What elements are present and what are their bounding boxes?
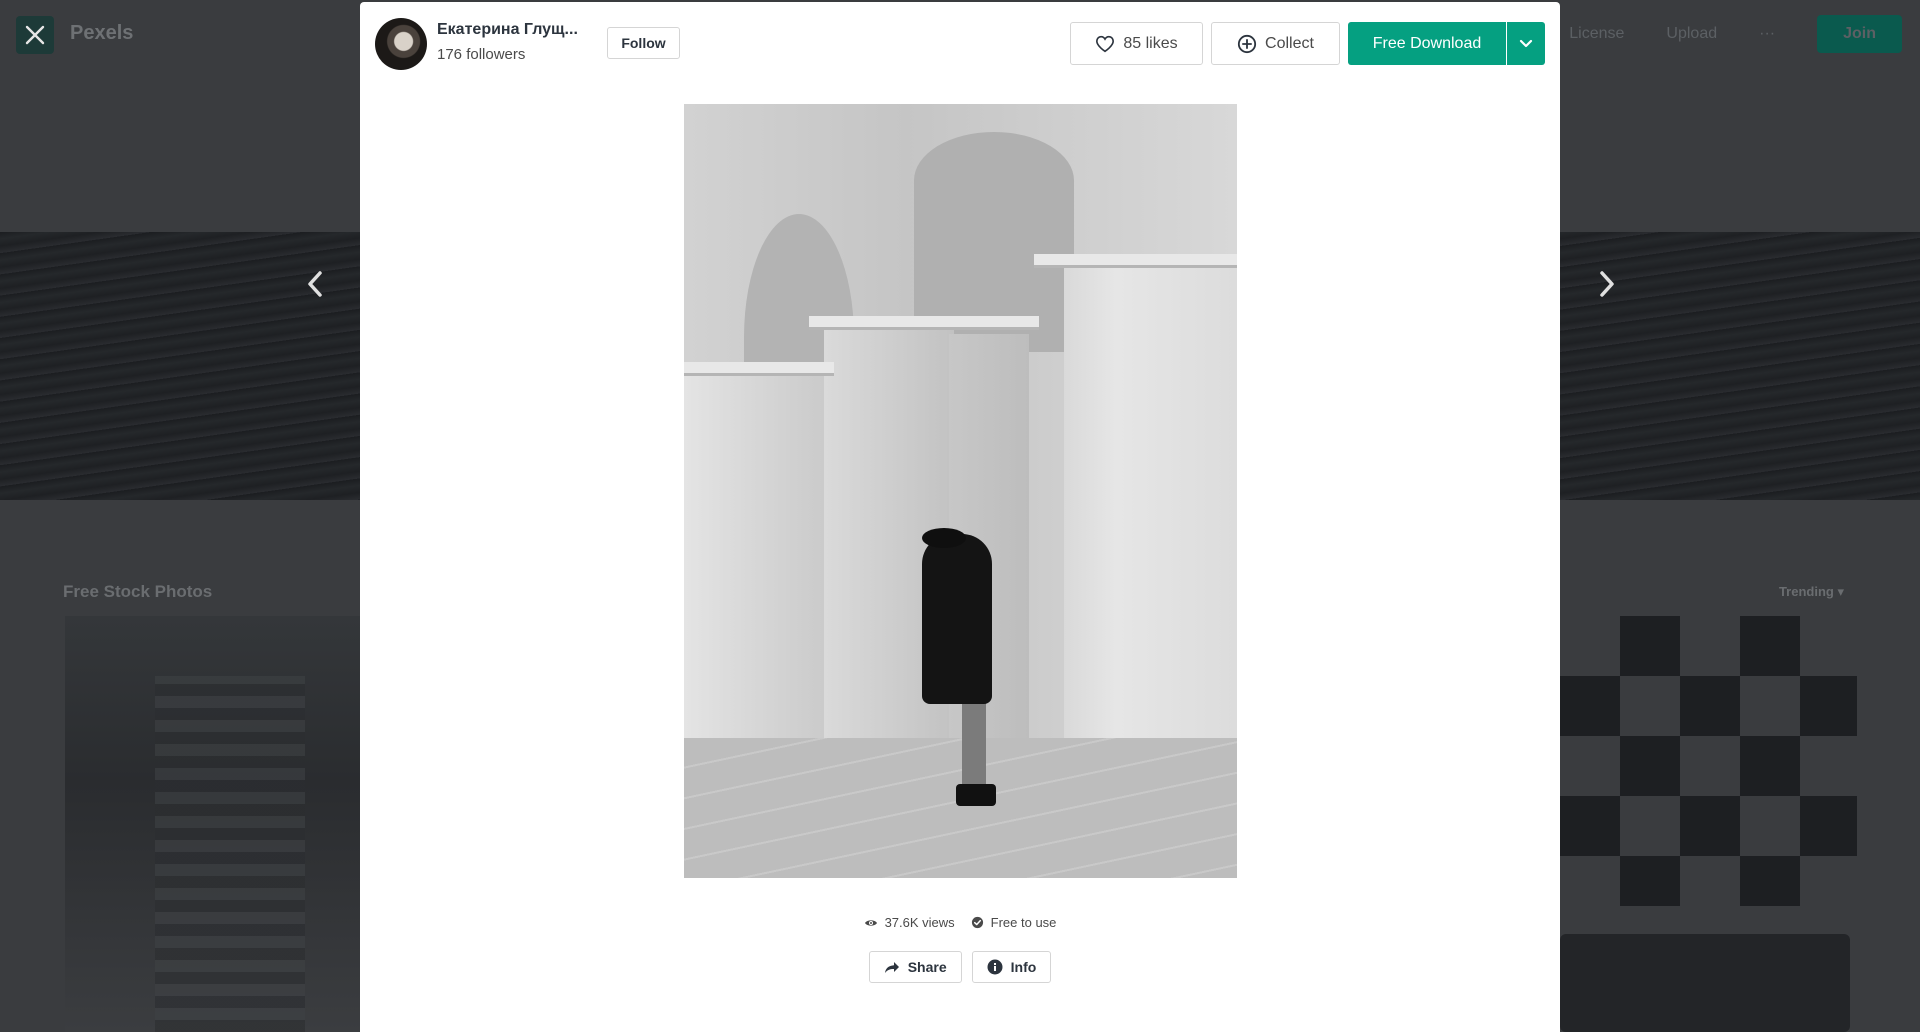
main-photo[interactable] bbox=[684, 104, 1237, 878]
download-options-button[interactable] bbox=[1507, 22, 1545, 65]
plus-circle-icon bbox=[1237, 34, 1257, 53]
heart-icon bbox=[1096, 35, 1115, 52]
site-nav: License Upload ··· Join bbox=[1569, 0, 1920, 68]
photo-floor bbox=[684, 738, 1237, 878]
license-label: Free to use bbox=[990, 915, 1057, 930]
info-icon bbox=[987, 959, 1003, 975]
free-download-button[interactable]: Free Download bbox=[1348, 22, 1506, 65]
photo-person bbox=[922, 534, 992, 704]
photo-person-legs bbox=[962, 700, 986, 790]
section-title: Free Stock Photos bbox=[63, 582, 213, 601]
nav-license-link[interactable]: License bbox=[1569, 25, 1624, 43]
chevron-left-icon bbox=[308, 271, 322, 297]
photo-modal: Екатерина Глущ... 176 followers Follow 8… bbox=[360, 2, 1560, 1032]
sort-dropdown[interactable]: Trending ▾ bbox=[1779, 584, 1844, 600]
join-button[interactable]: Join bbox=[1817, 15, 1902, 53]
sort-label: Trending bbox=[1778, 584, 1834, 599]
eye-icon bbox=[864, 919, 877, 926]
author-followers: 176 followers bbox=[437, 46, 526, 63]
author-name[interactable]: Екатерина Глущ... bbox=[437, 21, 578, 39]
photo-tile[interactable] bbox=[65, 616, 360, 1032]
info-button[interactable]: Info bbox=[971, 951, 1052, 983]
next-photo-button[interactable] bbox=[1592, 266, 1622, 302]
share-button[interactable]: Share bbox=[868, 951, 962, 983]
photo-tile[interactable] bbox=[1560, 934, 1850, 1032]
modal-header: Екатерина Глущ... 176 followers Follow 8… bbox=[360, 2, 1560, 88]
chevron-down-icon: ▾ bbox=[1837, 584, 1844, 599]
avatar[interactable] bbox=[375, 18, 427, 70]
collect-button[interactable]: Collect bbox=[1211, 22, 1340, 65]
site-logo[interactable]: Pexels bbox=[70, 22, 133, 45]
check-circle-icon bbox=[971, 916, 983, 929]
photo-person-boots bbox=[956, 784, 996, 806]
photo-tile[interactable] bbox=[1560, 616, 1857, 906]
photo-cornice bbox=[1034, 254, 1237, 268]
close-icon bbox=[25, 25, 45, 45]
photo-actions: Share Info bbox=[360, 951, 1560, 983]
collect-label: Collect bbox=[1265, 34, 1314, 52]
share-arrow-icon bbox=[884, 961, 899, 973]
photo-pillar bbox=[684, 364, 834, 784]
photo-cornice bbox=[684, 362, 834, 376]
photo-meta: 37.6K views Free to use bbox=[360, 915, 1560, 930]
like-button[interactable]: 85 likes bbox=[1070, 22, 1203, 65]
nav-upload-link[interactable]: Upload bbox=[1666, 25, 1717, 43]
nav-more-link[interactable]: ··· bbox=[1759, 25, 1775, 43]
chevron-right-icon bbox=[1600, 271, 1614, 297]
views-stat: 37.6K views bbox=[864, 915, 955, 930]
chevron-down-icon bbox=[1519, 39, 1533, 47]
share-label: Share bbox=[907, 959, 947, 975]
follow-button[interactable]: Follow bbox=[607, 27, 680, 59]
photo-cornice bbox=[809, 316, 1039, 330]
license-stat[interactable]: Free to use bbox=[971, 915, 1057, 930]
previous-photo-button[interactable] bbox=[300, 266, 330, 302]
photo-person-hat bbox=[922, 528, 966, 548]
like-count: 85 likes bbox=[1123, 34, 1178, 52]
views-count: 37.6K views bbox=[884, 915, 955, 930]
close-button[interactable] bbox=[16, 16, 54, 54]
info-label: Info bbox=[1010, 959, 1037, 975]
